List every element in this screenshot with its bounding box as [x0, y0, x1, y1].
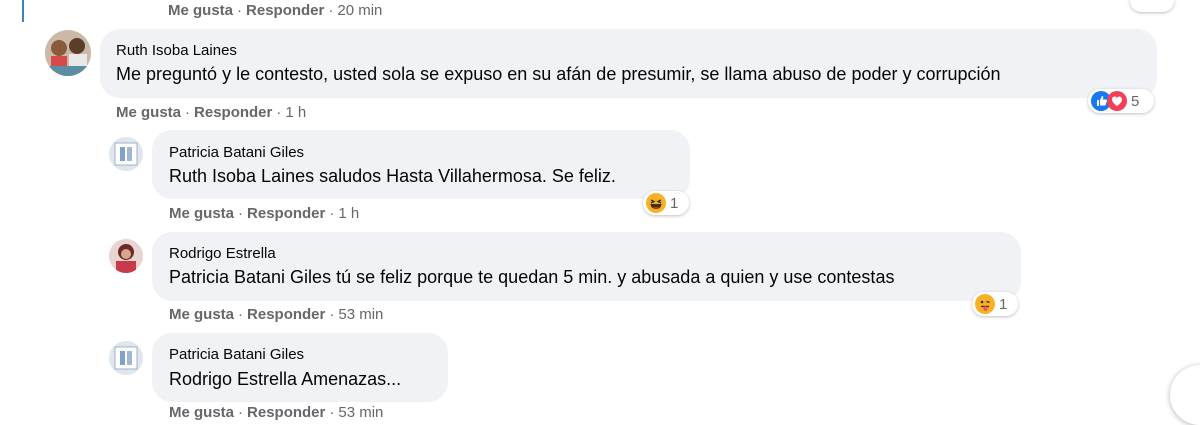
avatar[interactable] — [109, 137, 143, 171]
comment-time[interactable]: 1 h — [285, 104, 306, 121]
comment-author[interactable]: Patricia Batani Giles — [169, 346, 304, 363]
avatar[interactable] — [109, 239, 143, 273]
comment-time[interactable]: 53 min — [338, 404, 383, 421]
reply-action[interactable]: Responder — [247, 205, 325, 222]
floating-chat-button[interactable] — [1170, 365, 1200, 425]
comment-text: Patricia Batani Giles tú se feliz porque… — [169, 267, 894, 288]
comment-time[interactable]: 1 h — [338, 205, 359, 222]
reaction-summary[interactable]: 1 — [972, 292, 1018, 316]
like-action[interactable]: Me gusta — [168, 2, 233, 19]
avatar-photo — [109, 137, 143, 171]
comment-actions: Me gusta · Responder · 1 h — [169, 205, 360, 222]
comment-bubble — [152, 130, 690, 199]
reaction-count: 5 — [1131, 92, 1140, 110]
reply-action[interactable]: Responder — [247, 306, 325, 323]
avatar[interactable] — [109, 341, 143, 375]
like-action[interactable]: Me gusta — [169, 306, 234, 323]
mention-link[interactable]: Ruth Isoba Laines — [169, 166, 314, 186]
comment-body: tú se feliz porque te quedan 5 min. y ab… — [331, 267, 895, 287]
mention-link[interactable]: Patricia Batani Giles — [169, 267, 331, 287]
comment-author[interactable]: Rodrigo Estrella — [169, 245, 276, 262]
reaction-count: 1 — [670, 194, 679, 212]
comment-actions: Me gusta · Responder · 1 h — [116, 104, 307, 121]
avatar-photo — [45, 30, 91, 76]
reaction-count: 1 — [999, 295, 1008, 313]
reply-action[interactable]: Responder — [194, 104, 272, 121]
like-action[interactable]: Me gusta — [169, 205, 234, 222]
like-action[interactable]: Me gusta — [169, 404, 234, 421]
tongue-reaction-icon — [975, 294, 995, 314]
comment-author[interactable]: Patricia Batani Giles — [169, 144, 304, 161]
thread-line — [22, 0, 24, 22]
comment-body: Amenazas... — [297, 369, 402, 389]
love-reaction-icon — [1107, 91, 1127, 111]
avatar[interactable] — [45, 30, 91, 76]
haha-reaction-icon — [646, 193, 666, 213]
comment-time[interactable]: 53 min — [338, 306, 383, 323]
avatar-photo — [109, 239, 143, 273]
reply-action[interactable]: Responder — [247, 404, 325, 421]
comment-actions: Me gusta · Responder · 53 min — [169, 306, 384, 323]
comment-text: Ruth Isoba Laines saludos Hasta Villaher… — [169, 166, 616, 187]
comment-text: Me preguntó y le contesto, usted sola se… — [116, 64, 1001, 84]
reply-action[interactable]: Responder — [246, 2, 324, 19]
reaction-summary[interactable]: 1 — [643, 191, 689, 215]
reaction-summary-previous[interactable] — [1130, 0, 1174, 12]
comment-actions-previous: Me gusta · Responder · 20 min — [168, 2, 383, 19]
comment-actions: Me gusta · Responder · 53 min — [169, 404, 384, 421]
comment-author[interactable]: Ruth Isoba Laines — [116, 42, 237, 59]
reaction-summary[interactable]: 5 — [1088, 89, 1154, 113]
mention-link[interactable]: Rodrigo Estrella — [169, 369, 297, 389]
comment-time[interactable]: 20 min — [337, 2, 382, 19]
like-action[interactable]: Me gusta — [116, 104, 181, 121]
avatar-photo — [109, 341, 143, 375]
comment-body: saludos Hasta Villahermosa. Se feliz. — [314, 166, 616, 186]
comment-text: Rodrigo Estrella Amenazas... — [169, 369, 401, 390]
comment-bubble — [152, 333, 448, 402]
